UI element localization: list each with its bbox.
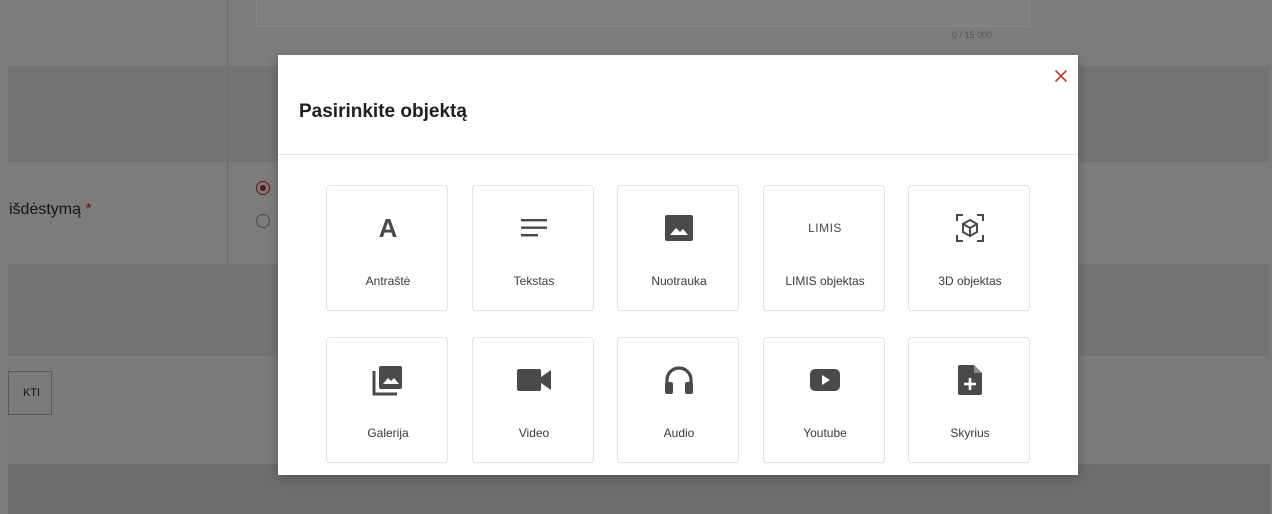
text-lines-icon	[473, 208, 595, 248]
char-counter: 0 / 15 000	[952, 30, 993, 40]
tile-gallery[interactable]: Galerija	[326, 337, 448, 463]
video-camera-icon	[473, 360, 595, 400]
column-divider	[227, 0, 228, 264]
modal-title: Pasirinkite objektą	[299, 101, 467, 122]
tile-audio[interactable]: Audio	[617, 337, 739, 463]
tile-section[interactable]: Skyrius	[908, 337, 1030, 463]
tile-label: 3D objektas	[938, 274, 1002, 288]
add-file-icon	[909, 360, 1031, 400]
tile-label: Antraštė	[365, 274, 411, 288]
tile-label: Galerija	[367, 426, 409, 440]
tile-label: Skyrius	[950, 426, 990, 440]
tile-youtube[interactable]: Youtube	[763, 337, 885, 463]
layout-radio-2[interactable]	[256, 214, 270, 228]
limis-icon: LIMIS	[808, 221, 842, 235]
layout-radio-1[interactable]	[256, 181, 270, 195]
tile-label: Audio	[663, 426, 695, 440]
layout-field-label: išdėstymą *	[9, 201, 92, 219]
select-object-modal: Pasirinkite objektą A Antraštė Tekstas N…	[278, 55, 1078, 475]
youtube-play-icon	[764, 360, 886, 400]
description-textarea[interactable]	[256, 0, 1030, 27]
gallery-icon	[327, 360, 449, 400]
tile-label: Tekstas	[513, 274, 555, 288]
layout-label-text: išdėstymą	[9, 201, 82, 218]
image-icon	[618, 208, 740, 248]
modal-header: Pasirinkite objektą	[278, 55, 1078, 155]
headphones-icon	[618, 360, 740, 400]
tile-heading[interactable]: A Antraštė	[326, 185, 448, 311]
required-mark: *	[85, 201, 92, 218]
tile-3d[interactable]: 3D objektas	[908, 185, 1030, 311]
tile-limis[interactable]: LIMIS LIMIS objektas	[763, 185, 885, 311]
tile-label: Video	[518, 426, 550, 440]
tile-text[interactable]: Tekstas	[472, 185, 594, 311]
tile-label: Youtube	[803, 426, 847, 440]
cube-3d-icon	[909, 208, 1031, 248]
background-action-button[interactable]: KTI	[8, 371, 52, 415]
heading-icon: A	[378, 212, 398, 243]
tile-photo[interactable]: Nuotrauka	[617, 185, 739, 311]
tile-label: Nuotrauka	[651, 274, 707, 288]
tile-video[interactable]: Video	[472, 337, 594, 463]
close-icon[interactable]	[1053, 68, 1069, 84]
tile-label: LIMIS objektas	[785, 274, 865, 288]
